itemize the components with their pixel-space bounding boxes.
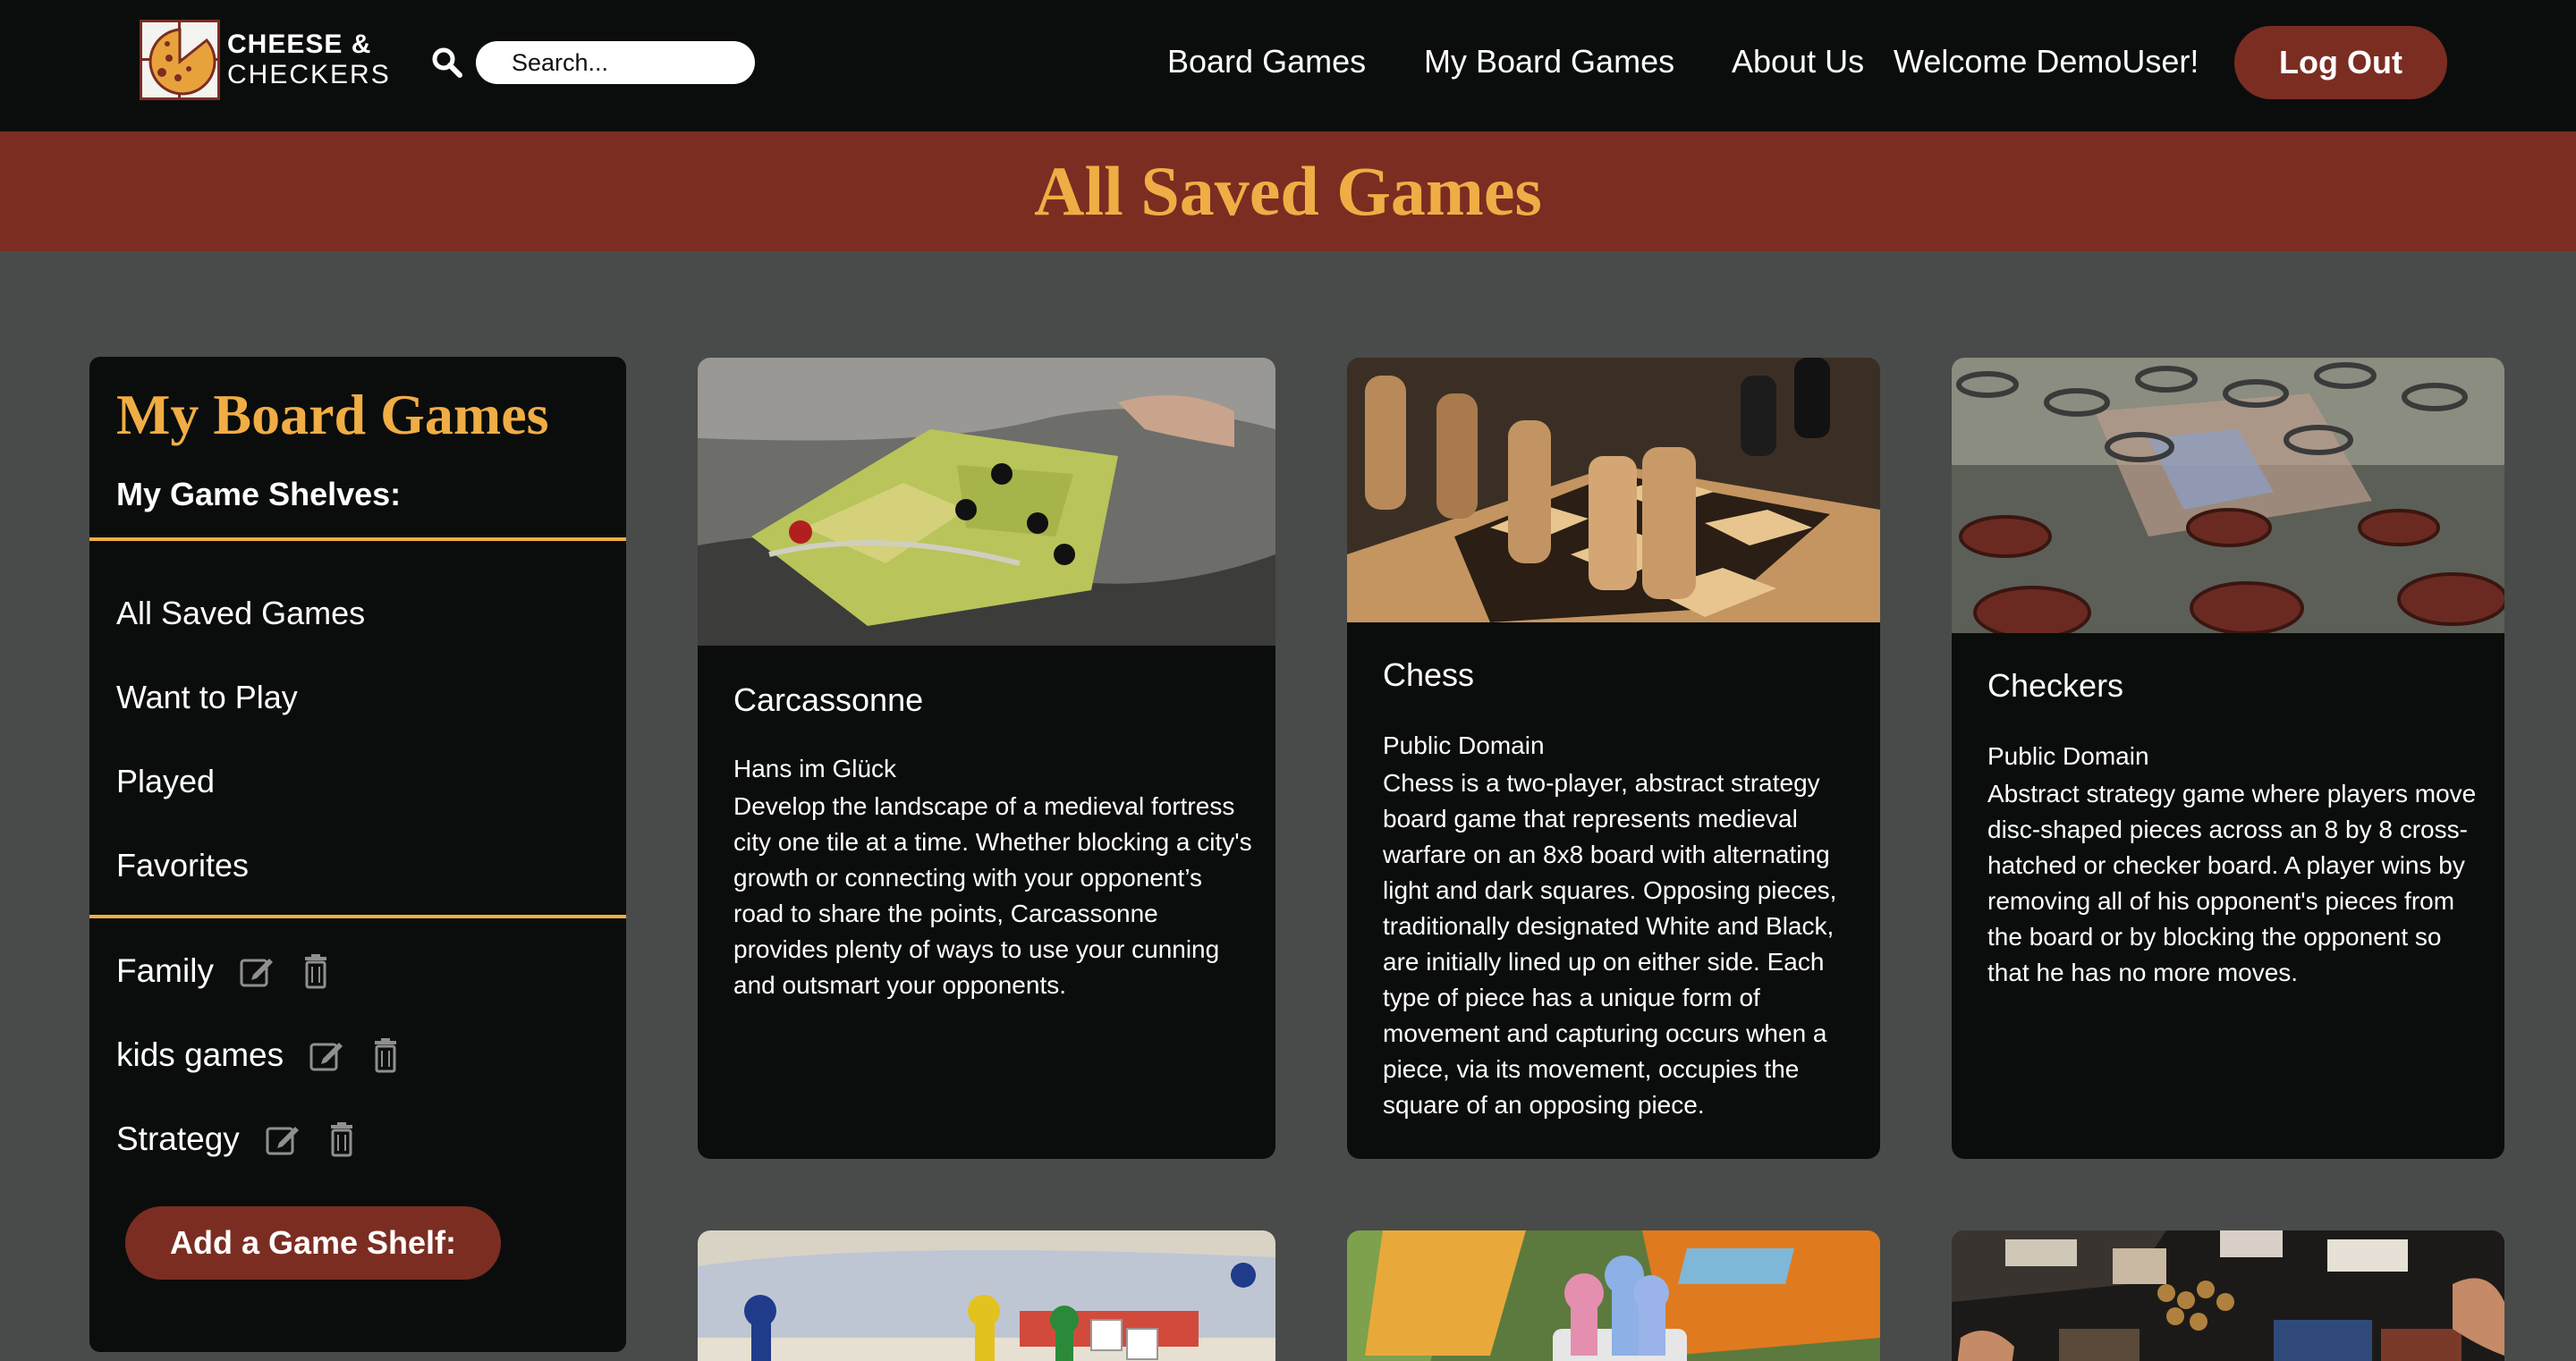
page-title: All Saved Games bbox=[1034, 152, 1542, 230]
top-navbar: CHEESE & CHECKERS Board Games My Board G… bbox=[0, 0, 2576, 131]
game-image bbox=[1347, 358, 1880, 622]
game-card[interactable]: Carcassonne Hans im Glück Develop the la… bbox=[698, 358, 1275, 1159]
shelf-want-to-play[interactable]: Want to Play bbox=[116, 679, 298, 716]
add-shelf-button[interactable]: Add a Game Shelf: bbox=[125, 1206, 501, 1280]
game-description: Develop the landscape of a medieval fort… bbox=[733, 792, 1252, 999]
custom-shelf-row: kids games bbox=[116, 1033, 403, 1078]
trash-icon[interactable] bbox=[298, 953, 334, 989]
custom-shelf-row: Family bbox=[116, 949, 334, 993]
edit-icon[interactable] bbox=[239, 953, 275, 989]
nav-link-my-board-games[interactable]: My Board Games bbox=[1424, 43, 1674, 80]
game-title[interactable]: Carcassonne bbox=[733, 681, 923, 719]
game-publisher: Hans im Glück bbox=[733, 755, 897, 782]
game-image bbox=[698, 1230, 1275, 1361]
game-image bbox=[1952, 358, 2504, 633]
game-image bbox=[698, 358, 1275, 646]
sidebar-divider bbox=[89, 537, 626, 541]
sidebar-subtitle: My Game Shelves: bbox=[116, 476, 402, 512]
edit-icon[interactable] bbox=[265, 1121, 301, 1157]
nav-link-board-games[interactable]: Board Games bbox=[1167, 43, 1366, 80]
sidebar-title: My Board Games bbox=[116, 383, 549, 446]
shelf-kids-games[interactable]: kids games bbox=[116, 1036, 284, 1074]
shelves-sidebar: My Board Games My Game Shelves: All Save… bbox=[89, 357, 626, 1352]
trash-icon[interactable] bbox=[324, 1121, 360, 1157]
page-banner: All Saved Games bbox=[0, 131, 2576, 251]
search-icon[interactable] bbox=[431, 46, 463, 79]
game-card[interactable] bbox=[698, 1230, 1275, 1361]
game-image bbox=[1952, 1230, 2504, 1361]
edit-icon[interactable] bbox=[309, 1037, 344, 1073]
nav-link-about-us[interactable]: About Us bbox=[1732, 43, 1864, 80]
logout-button[interactable]: Log Out bbox=[2234, 26, 2447, 99]
game-title[interactable]: Checkers bbox=[1987, 667, 2123, 705]
welcome-message: Welcome DemoUser! bbox=[1894, 43, 2199, 80]
game-card[interactable]: Checkers Public Domain Abstract strategy… bbox=[1952, 358, 2504, 1159]
sidebar-divider bbox=[89, 915, 626, 918]
game-description: Chess is a two-player, abstract strategy… bbox=[1383, 769, 1837, 1119]
shelf-played[interactable]: Played bbox=[116, 763, 215, 800]
game-description: Abstract strategy game where players mov… bbox=[1987, 780, 2477, 986]
game-title[interactable]: Chess bbox=[1383, 656, 1474, 694]
shelf-favorites[interactable]: Favorites bbox=[116, 847, 249, 884]
game-image bbox=[1347, 1230, 1880, 1361]
game-card[interactable]: Chess Public Domain Chess is a two-playe… bbox=[1347, 358, 1880, 1159]
game-card[interactable] bbox=[1952, 1230, 2504, 1361]
game-card[interactable] bbox=[1347, 1230, 1880, 1361]
shelf-family[interactable]: Family bbox=[116, 952, 214, 990]
custom-shelf-row: Strategy bbox=[116, 1117, 360, 1162]
brand-line-1: CHEESE & bbox=[227, 30, 372, 59]
game-publisher: Public Domain bbox=[1383, 731, 1545, 759]
brand-line-2: CHECKERS bbox=[227, 60, 391, 89]
trash-icon[interactable] bbox=[368, 1037, 403, 1073]
cheese-logo-icon bbox=[140, 20, 220, 100]
shelf-all-saved-games[interactable]: All Saved Games bbox=[116, 595, 365, 632]
brand-logo[interactable]: CHEESE & CHECKERS bbox=[140, 18, 389, 102]
game-publisher: Public Domain bbox=[1987, 742, 2149, 770]
shelf-strategy[interactable]: Strategy bbox=[116, 1120, 240, 1158]
search-input[interactable] bbox=[476, 41, 755, 84]
